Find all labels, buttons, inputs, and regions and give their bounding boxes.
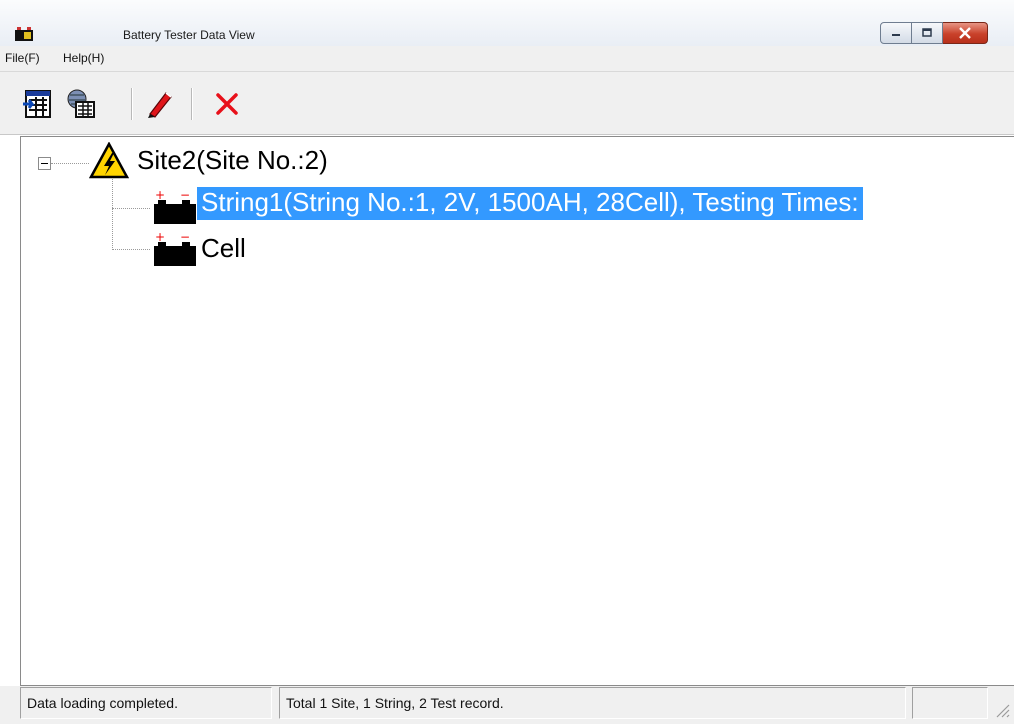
tree-node-cell[interactable]: Cell: [201, 233, 246, 264]
toolbar-separator: [191, 88, 193, 120]
app-window: Battery Tester Data View File(F) Help(H): [0, 0, 1014, 724]
battery-icon: + −: [154, 189, 196, 224]
edit-pencil-icon: [148, 92, 172, 118]
import-button[interactable]: [20, 87, 54, 121]
delete-x-icon: [216, 93, 238, 115]
minimize-icon: [892, 34, 900, 36]
maximize-icon: [922, 28, 932, 37]
tree-node-site[interactable]: Site2(Site No.:2): [137, 145, 328, 176]
menu-bar: File(F) Help(H): [0, 46, 1014, 72]
collapse-toggle[interactable]: [38, 157, 51, 170]
edit-button[interactable]: [142, 87, 176, 121]
tree-connector: [112, 208, 150, 209]
status-panel-left: Data loading completed.: [20, 687, 272, 719]
network-database-icon: [67, 89, 95, 118]
site-tree[interactable]: Site2(Site No.:2) + − String1(String No.…: [20, 136, 1014, 686]
high-voltage-warning-icon: [89, 142, 129, 179]
window-title: Battery Tester Data View: [123, 28, 255, 42]
close-icon: [959, 27, 971, 39]
tree-connector: [112, 177, 113, 250]
menu-file[interactable]: File(F): [5, 51, 40, 65]
maximize-button[interactable]: [912, 22, 943, 44]
menu-help[interactable]: Help(H): [63, 51, 104, 65]
title-bar[interactable]: Battery Tester Data View: [0, 0, 1014, 47]
status-panel-middle: Total 1 Site, 1 String, 2 Test record.: [279, 687, 906, 719]
delete-button[interactable]: [210, 87, 244, 121]
resize-grip-icon[interactable]: [992, 700, 1010, 718]
status-panel-right: [912, 687, 988, 719]
app-icon: [15, 27, 33, 41]
status-bar: Data loading completed. Total 1 Site, 1 …: [0, 686, 1014, 724]
toolbar: [0, 72, 1014, 135]
tree-connector: [112, 249, 150, 250]
toolbar-separator: [131, 88, 133, 120]
tree-node-string[interactable]: String1(String No.:1, 2V, 1500AH, 28Cell…: [197, 187, 863, 220]
close-button[interactable]: [943, 22, 988, 44]
caption-buttons: [880, 22, 988, 44]
minimize-button[interactable]: [880, 22, 912, 44]
battery-icon: + −: [154, 231, 196, 266]
import-data-icon: [23, 90, 51, 118]
network-button[interactable]: [64, 87, 98, 121]
tree-connector: [51, 163, 89, 164]
